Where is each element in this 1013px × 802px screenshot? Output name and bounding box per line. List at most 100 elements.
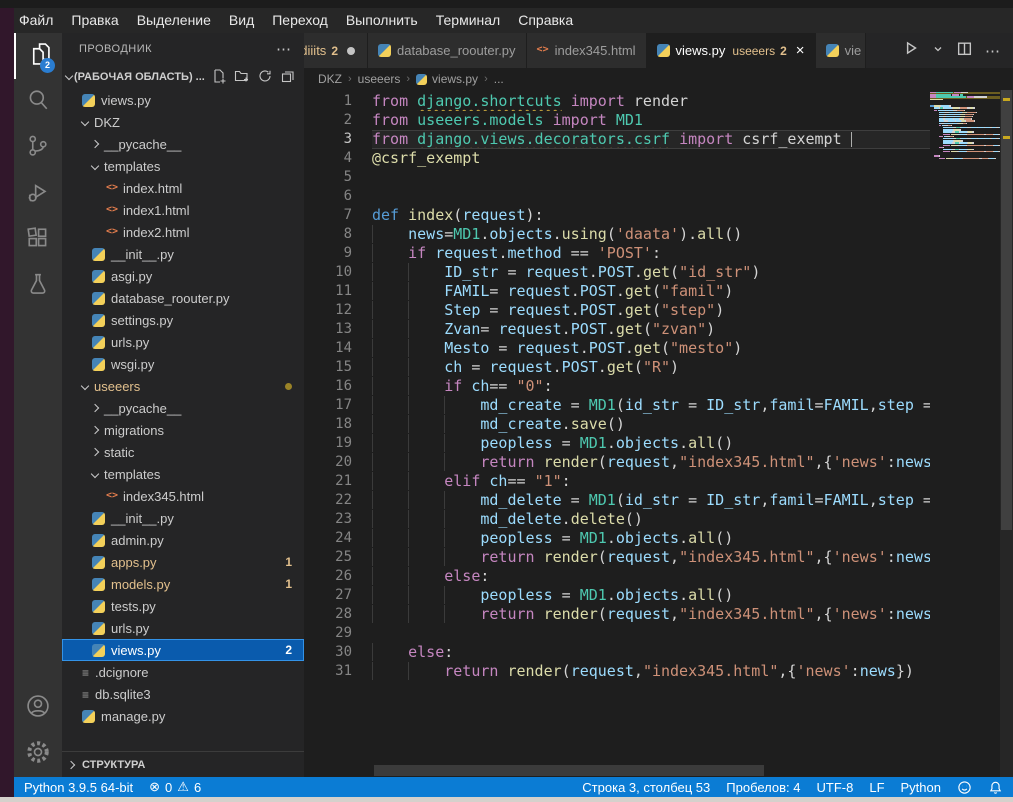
code-line-21[interactable]: 21 elif ch== "1": [304,472,930,491]
activity-testing[interactable] [14,263,62,309]
code-line-8[interactable]: 8 news=MD1.objects.using('daata').all() [304,225,930,244]
collapse-all-icon[interactable] [280,68,296,87]
code-line-7[interactable]: 7def index(request): [304,206,930,225]
cursor-position[interactable]: Строка 3, столбец 53 [582,780,710,795]
activity-extensions[interactable] [14,217,62,263]
code-line-19[interactable]: 19 peopless = MD1.objects.all() [304,434,930,453]
menu-Справка[interactable]: Справка [509,8,582,33]
tree-item-database_roouter.py[interactable]: database_roouter.py [62,287,304,309]
code-line-4[interactable]: 4@csrf_exempt [304,149,930,168]
tree-item-index2.html[interactable]: <>index2.html [62,221,304,243]
menu-Выделение[interactable]: Выделение [128,8,220,33]
activity-source-control[interactable] [14,125,62,171]
code-line-31[interactable]: 31 return render(request,"index345.html"… [304,662,930,681]
tree-item-templates[interactable]: templates [62,463,304,485]
tree-item-templates[interactable]: templates [62,155,304,177]
tree-item-__init__.py[interactable]: __init__.py [62,507,304,529]
tree-item-db.sqlite3[interactable]: ≡db.sqlite3 [62,683,304,705]
breadcrumb-item-useeers[interactable]: useeers [358,72,401,86]
tree-item-admin.py[interactable]: admin.py [62,529,304,551]
code-line-9[interactable]: 9 if request.method == 'POST': [304,244,930,263]
eol[interactable]: LF [869,780,884,795]
tree-item-views.py[interactable]: views.py [62,89,304,111]
code-line-26[interactable]: 26 else: [304,567,930,586]
code-lines[interactable]: 1from django.shortcuts import render2fro… [304,92,930,763]
activity-run-debug[interactable] [14,171,62,217]
menu-Файл[interactable]: Файл [10,8,62,33]
tree-item-urls.py[interactable]: urls.py [62,331,304,353]
code-line-24[interactable]: 24 peopless = MD1.objects.all() [304,529,930,548]
tree-item-DKZ[interactable]: DKZ [62,111,304,133]
breadcrumb-item-views.py[interactable]: views.py [416,72,478,86]
code-line-10[interactable]: 10 ID_str = request.POST.get("id_str") [304,263,930,282]
code-line-6[interactable]: 6 [304,187,930,206]
indentation[interactable]: Пробелов: 4 [726,780,800,795]
tab-index345.html[interactable]: <>index345.html [527,33,647,68]
code-line-5[interactable]: 5 [304,168,930,187]
problems-indicator[interactable]: ⊗ 0 ⚠ 6 [149,779,201,795]
code-line-15[interactable]: 15 ch = request.POST.get("R") [304,358,930,377]
vertical-scrollbar[interactable] [1000,90,1013,777]
code-line-3[interactable]: 3from django.views.decorators.csrf impor… [304,130,930,149]
code-line-23[interactable]: 23 md_delete.delete() [304,510,930,529]
tree-item-static[interactable]: static [62,441,304,463]
new-folder-icon[interactable] [234,68,250,87]
activity-search[interactable] [14,79,62,125]
feedback-icon[interactable] [957,780,972,795]
encoding[interactable]: UTF-8 [817,780,854,795]
new-file-icon[interactable] [211,68,227,87]
activity-account[interactable] [14,685,62,731]
menu-Правка[interactable]: Правка [62,8,127,33]
tree-item-settings.py[interactable]: settings.py [62,309,304,331]
code-line-17[interactable]: 17 md_create = MD1(id_str = ID_str,famil… [304,396,930,415]
code-editor[interactable]: 1from django.shortcuts import render2fro… [304,90,1013,777]
more-icon[interactable]: ⋯ [276,40,292,58]
code-line-16[interactable]: 16 if ch== "0": [304,377,930,396]
tree-item-__init__.py[interactable]: __init__.py [62,243,304,265]
tree-item-wsgi.py[interactable]: wsgi.py [62,353,304,375]
outline-section[interactable]: СТРУКТУРА [62,751,304,777]
menu-Выполнить[interactable]: Выполнить [337,8,427,33]
tree-item-useeers[interactable]: useeers [62,375,304,397]
code-line-20[interactable]: 20 return render(request,"index345.html"… [304,453,930,472]
activity-settings[interactable] [14,731,62,777]
tree-item-__pycache__[interactable]: __pycache__ [62,133,304,155]
python-version[interactable]: Python 3.9.5 64-bit [24,780,133,795]
code-line-11[interactable]: 11 FAMIL= request.POST.get("famil") [304,282,930,301]
code-line-28[interactable]: 28 return render(request,"index345.html"… [304,605,930,624]
breadcrumb-item-DKZ[interactable]: DKZ [318,72,342,86]
tree-item-__pycache__[interactable]: __pycache__ [62,397,304,419]
vertical-scrollbar-thumb[interactable] [1001,90,1012,530]
code-line-1[interactable]: 1from django.shortcuts import render [304,92,930,111]
activity-explorer[interactable]: 2 [14,33,62,79]
tree-item-.dcignore[interactable]: ≡.dcignore [62,661,304,683]
language-mode[interactable]: Python [901,780,941,795]
code-line-22[interactable]: 22 md_delete = MD1(id_str = ID_str,famil… [304,491,930,510]
workspace-section-header[interactable]: (РАБОЧАЯ ОБЛАСТЬ) ... [62,65,304,89]
tree-item-index.html[interactable]: <>index.html [62,177,304,199]
code-line-27[interactable]: 27 peopless = MD1.objects.all() [304,586,930,605]
tab-database_roouter.py[interactable]: database_roouter.py [368,33,527,68]
code-line-2[interactable]: 2from useeers.models import MD1 [304,111,930,130]
tree-item-migrations[interactable]: migrations [62,419,304,441]
tree-item-index1.html[interactable]: <>index1.html [62,199,304,221]
tree-item-apps.py[interactable]: apps.py1 [62,551,304,573]
tree-item-urls.py[interactable]: urls.py [62,617,304,639]
more-icon[interactable]: ⋯ [985,42,1001,60]
minimap[interactable] [930,92,1000,777]
chevron-down-icon[interactable] [932,42,944,60]
code-line-30[interactable]: 30 else: [304,643,930,662]
code-line-25[interactable]: 25 return render(request,"index345.html"… [304,548,930,567]
split-editor-icon[interactable] [956,40,973,62]
code-line-29[interactable]: 29 [304,624,930,643]
code-line-12[interactable]: 12 Step = request.POST.get("step") [304,301,930,320]
refresh-icon[interactable] [257,68,273,87]
bell-icon[interactable] [988,780,1003,795]
tree-item-index345.html[interactable]: <>index345.html [62,485,304,507]
horizontal-scrollbar-thumb[interactable] [374,765,764,776]
menu-Вид[interactable]: Вид [220,8,263,33]
tab-views.py[interactable]: views.pyuseeers2× [647,33,816,68]
tree-item-tests.py[interactable]: tests.py [62,595,304,617]
close-icon[interactable]: × [796,42,805,59]
tree-item-views.py[interactable]: views.py2 [62,639,304,661]
